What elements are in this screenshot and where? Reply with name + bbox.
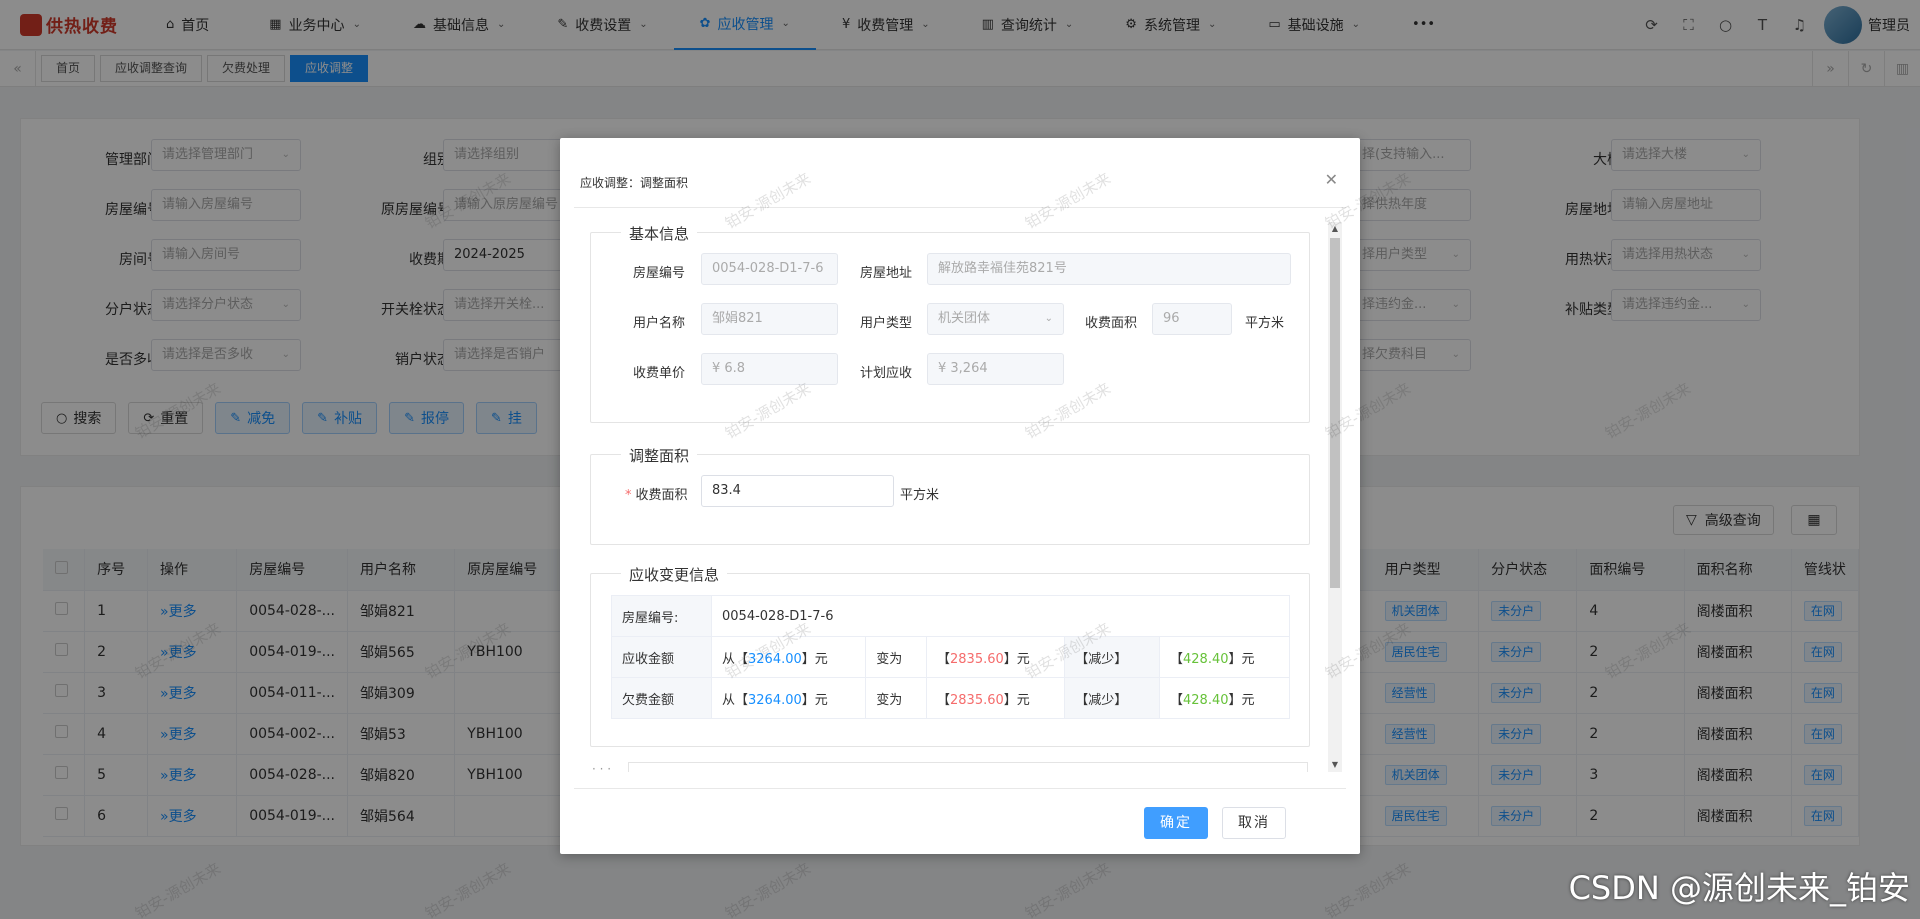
to-value: 【2835.60】元 [925, 677, 1066, 719]
new-area-unit: 平方米 [900, 488, 940, 503]
scroll-thumb [1330, 238, 1340, 588]
change-info-legend: 应收变更信息 [621, 564, 728, 585]
change-info-table: 房屋编号: 0054-028-D1-7-6 应收金额 从【3264.00】元 变为【… [611, 595, 1291, 719]
address-field: 解放路幸福佳苑821号 [927, 253, 1291, 285]
close-icon[interactable]: ✕ [1325, 170, 1338, 189]
dialog-header: 应收调整：调整面积 ✕ [574, 138, 1346, 208]
adjust-area-section: 调整面积 * 收费面积 83.4 平方米 [590, 445, 1310, 545]
user-name-field: 邹娟821 [701, 303, 838, 335]
new-area-input[interactable]: 83.4 [701, 475, 894, 507]
table-row: 房屋编号: 0054-028-D1-7-6 [611, 595, 1290, 637]
planned-receivable-label: 计划应收 [860, 366, 913, 381]
unit-price-label: 收费单价 [633, 366, 686, 381]
confirm-button[interactable]: 确定 [1144, 807, 1208, 839]
from-value: 从【3264.00】元 [710, 677, 867, 719]
user-name-label: 用户名称 [633, 316, 686, 331]
cancel-button[interactable]: 取消 [1222, 807, 1286, 839]
house-no-label: 房屋编号: [611, 595, 712, 637]
dialog-body: 基本信息 房屋编号 0054-028-D1-7-6 房屋地址 解放路幸福佳苑82… [574, 222, 1339, 772]
table-row: 欠费金额 从【3264.00】元 变为 【2835.60】元 【减少】 【428.40】元 [611, 677, 1291, 719]
basic-info-section: 基本信息 房屋编号 0054-028-D1-7-6 房屋地址 解放路幸福佳苑82… [590, 223, 1310, 423]
adjust-area-dialog: 应收调整：调整面积 ✕ 基本信息 房屋编号 0054-028-D1-7-6 房屋… [560, 138, 1360, 854]
direction-label: 【减少】 [1064, 636, 1160, 678]
next-section [628, 762, 1308, 772]
area-unit-label: 平方米 [1245, 316, 1285, 331]
to-label: 变为 [865, 677, 927, 719]
diff-value: 【428.40】元 [1158, 636, 1291, 678]
amount-label: 应收金额 [611, 636, 712, 678]
adjust-area-legend: 调整面积 [621, 445, 698, 466]
chevron-down-icon: ⌄ [1044, 313, 1053, 324]
more-indicator: · · · [592, 762, 612, 772]
user-type-select: 机关团体 ⌄ [927, 303, 1064, 335]
csdn-credit: CSDN @源创未来_铂安 [1568, 869, 1910, 907]
house-no-field: 0054-028-D1-7-6 [701, 253, 838, 285]
from-value: 从【3264.00】元 [710, 636, 867, 678]
scroll-down-icon: ▼ [1331, 760, 1339, 769]
direction-label: 【减少】 [1064, 677, 1160, 719]
basic-info-legend: 基本信息 [621, 223, 698, 244]
planned-receivable-field: ¥ 3,264 [927, 353, 1064, 385]
dialog-scrollbar[interactable]: ▲ ▼ [1328, 222, 1342, 772]
diff-value: 【428.40】元 [1158, 677, 1291, 719]
amount-label: 欠费金额 [611, 677, 712, 719]
scroll-up-icon: ▲ [1331, 224, 1339, 233]
change-info-section: 应收变更信息 房屋编号: 0054-028-D1-7-6 应收金额 从【3264.… [590, 564, 1310, 747]
unit-price-field: ¥ 6.8 [701, 353, 838, 385]
charge-area-field: 96 [1152, 303, 1232, 335]
to-label: 变为 [865, 636, 927, 678]
table-row: 应收金额 从【3264.00】元 变为 【2835.60】元 【减少】 【428.40】元 [611, 636, 1291, 678]
dialog-title: 应收调整：调整面积 [580, 176, 689, 190]
to-value: 【2835.60】元 [925, 636, 1066, 678]
charge-area-label: 收费面积 [1085, 316, 1138, 331]
address-label: 房屋地址 [860, 266, 913, 281]
new-area-label: * 收费面积 [625, 488, 688, 503]
dialog-footer: 确定 取消 [574, 788, 1346, 854]
user-type-label: 用户类型 [860, 316, 913, 331]
house-no-label: 房屋编号 [633, 266, 686, 281]
house-no-value: 0054-028-D1-7-6 [711, 595, 1290, 637]
